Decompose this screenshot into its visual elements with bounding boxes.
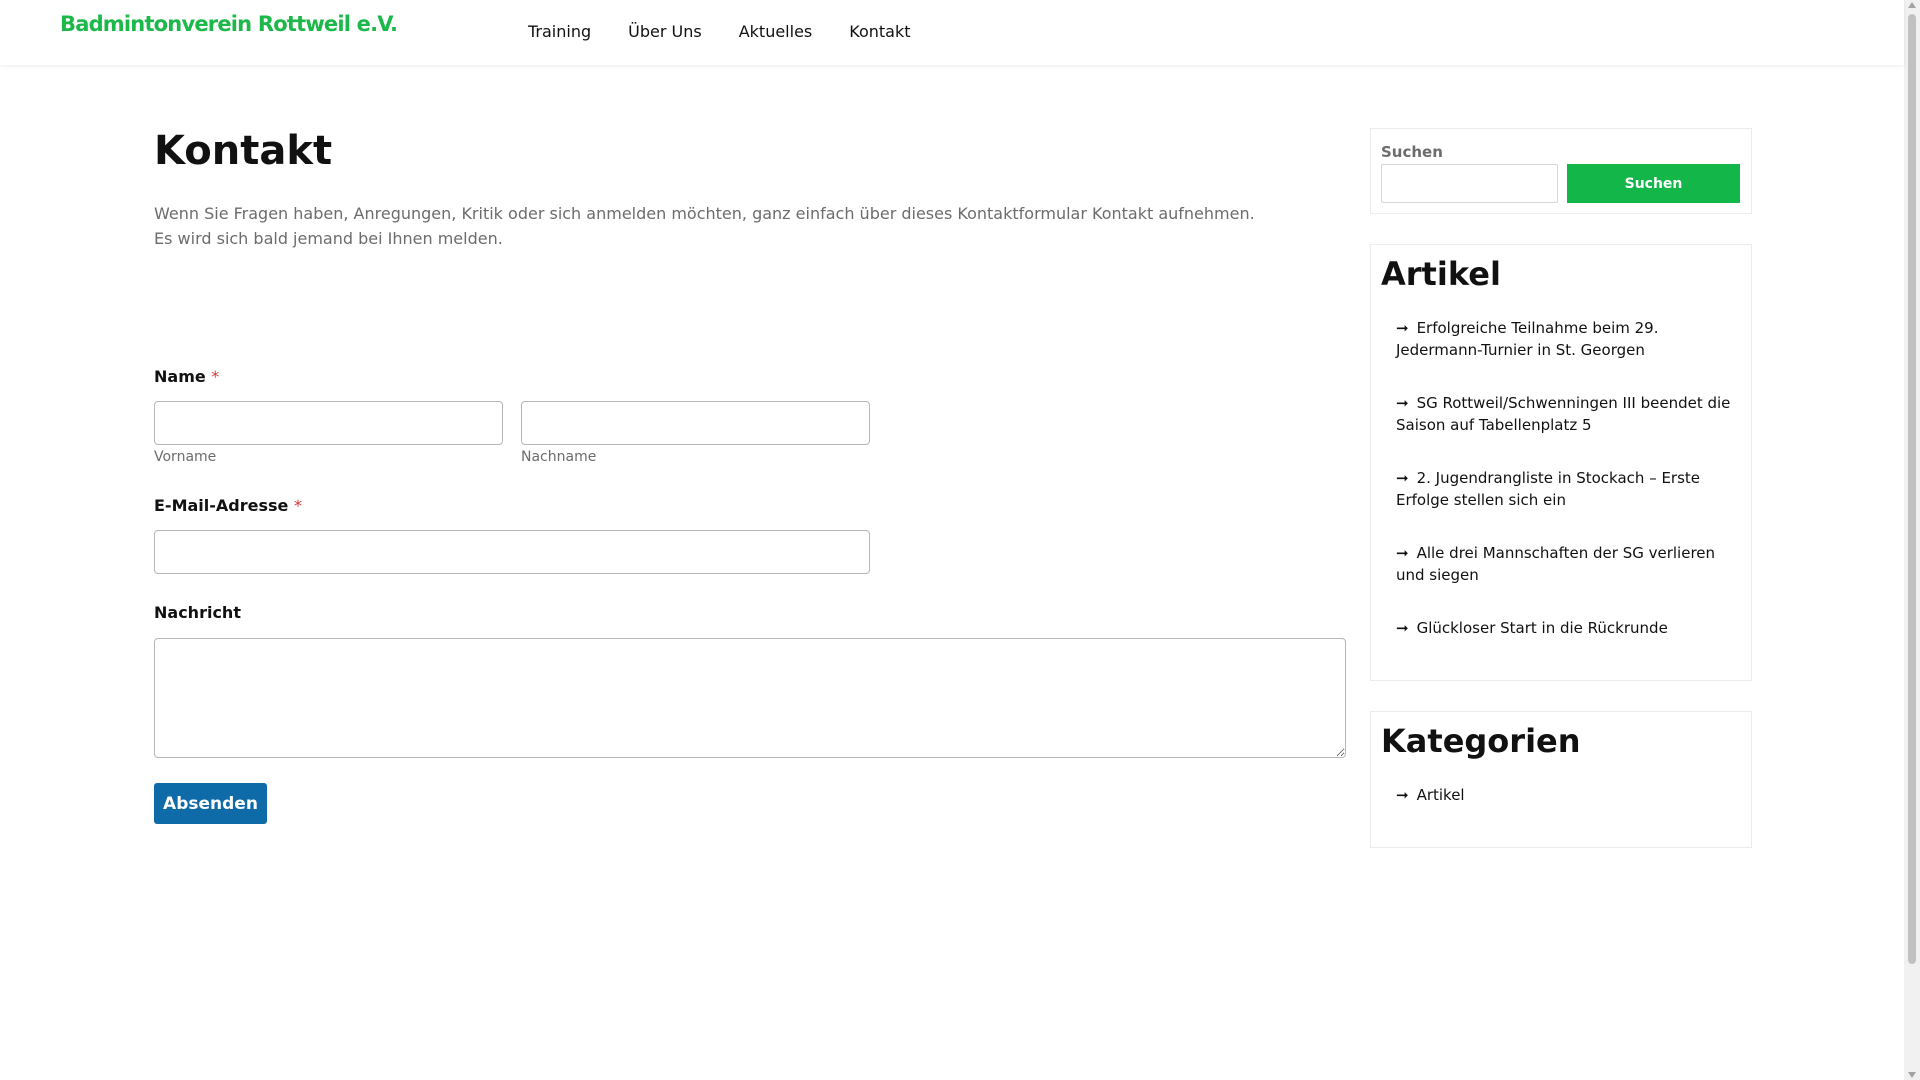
submit-button[interactable]: Absenden xyxy=(154,783,267,824)
article-link[interactable]: 2. Jugendrangliste in Stockach – Erste E… xyxy=(1396,469,1700,509)
categories-list: ➞ Artikel xyxy=(1396,784,1731,837)
category-link[interactable]: Artikel xyxy=(1417,786,1465,804)
articles-title: Artikel xyxy=(1381,255,1501,293)
first-name-input[interactable] xyxy=(154,401,503,445)
categories-title: Kategorien xyxy=(1381,722,1581,760)
article-link[interactable]: Alle drei Mannschaften der SG verlieren … xyxy=(1396,544,1715,584)
article-link[interactable]: Glückloser Start in die Rückrunde xyxy=(1417,619,1668,637)
required-marker: * xyxy=(211,367,220,386)
list-item[interactable]: ➞ Alle drei Mannschaften der SG verlieren… xyxy=(1396,542,1731,586)
articles-widget: Artikel ➞ Erfolgreiche Teilnahme beim 29.… xyxy=(1370,244,1752,681)
arrow-right-icon: ➞ xyxy=(1396,469,1409,487)
list-item[interactable]: ➞ Erfolgreiche Teilnahme beim 29. Jederma… xyxy=(1396,317,1731,361)
scroll-up-icon[interactable] xyxy=(1908,2,1916,8)
scroll-down-icon[interactable] xyxy=(1908,1072,1916,1078)
intro-line-1: Wenn Sie Fragen haben, Anregungen, Kriti… xyxy=(154,204,1255,223)
last-name-input[interactable] xyxy=(521,401,870,445)
site-title[interactable]: Badmintonverein Rottweil e.V. xyxy=(60,12,398,36)
search-label: Suchen xyxy=(1381,143,1443,161)
arrow-right-icon: ➞ xyxy=(1396,786,1409,804)
arrow-right-icon: ➞ xyxy=(1396,619,1409,637)
search-widget: Suchen Suchen xyxy=(1370,128,1752,214)
articles-list: ➞ Erfolgreiche Teilnahme beim 29. Jederma… xyxy=(1396,317,1731,670)
arrow-right-icon: ➞ xyxy=(1396,544,1409,562)
page-title: Kontakt xyxy=(154,128,333,174)
last-name-sublabel: Nachname xyxy=(521,449,597,465)
message-textarea[interactable] xyxy=(154,638,1346,758)
email-field[interactable] xyxy=(154,530,870,574)
intro-text: Wenn Sie Fragen haben, Anregungen, Kriti… xyxy=(154,201,1334,251)
nav-item-ueber-uns[interactable]: Über Uns xyxy=(628,22,702,41)
required-marker: * xyxy=(293,496,302,515)
email-label-text: E-Mail-Adresse xyxy=(154,496,289,515)
list-item[interactable]: ➞ 2. Jugendrangliste in Stockach – Erste … xyxy=(1396,467,1731,511)
search-button[interactable]: Suchen xyxy=(1567,164,1740,203)
nav-item-aktuelles[interactable]: Aktuelles xyxy=(739,22,813,41)
nav-item-training[interactable]: Training xyxy=(528,22,591,41)
list-item[interactable]: ➞ SG Rottweil/Schwenningen III beendet di… xyxy=(1396,392,1731,436)
list-item[interactable]: ➞ Artikel xyxy=(1396,784,1731,806)
categories-widget: Kategorien ➞ Artikel xyxy=(1370,711,1752,848)
nav-item-kontakt[interactable]: Kontakt xyxy=(849,22,910,41)
message-label: Nachricht xyxy=(154,603,241,622)
arrow-right-icon: ➞ xyxy=(1396,319,1409,337)
arrow-right-icon: ➞ xyxy=(1396,394,1409,412)
page-scrollbar[interactable] xyxy=(1904,0,1920,1080)
site-header: Badmintonverein Rottweil e.V. Training Ü… xyxy=(0,0,1904,65)
article-link[interactable]: SG Rottweil/Schwenningen III beendet die… xyxy=(1396,394,1730,434)
main-nav: Training Über Uns Aktuelles Kontakt xyxy=(528,22,948,41)
name-label: Name * xyxy=(154,367,219,386)
first-name-sublabel: Vorname xyxy=(154,449,217,465)
intro-line-2: Es wird sich bald jemand bei Ihnen melde… xyxy=(154,229,503,248)
list-item[interactable]: ➞ Glückloser Start in die Rückrunde xyxy=(1396,617,1731,639)
scrollbar-thumb[interactable] xyxy=(1908,14,1916,964)
article-link[interactable]: Erfolgreiche Teilnahme beim 29. Jederman… xyxy=(1396,319,1659,359)
name-label-text: Name xyxy=(154,367,206,386)
search-input[interactable] xyxy=(1381,164,1558,203)
email-label: E-Mail-Adresse * xyxy=(154,496,302,515)
